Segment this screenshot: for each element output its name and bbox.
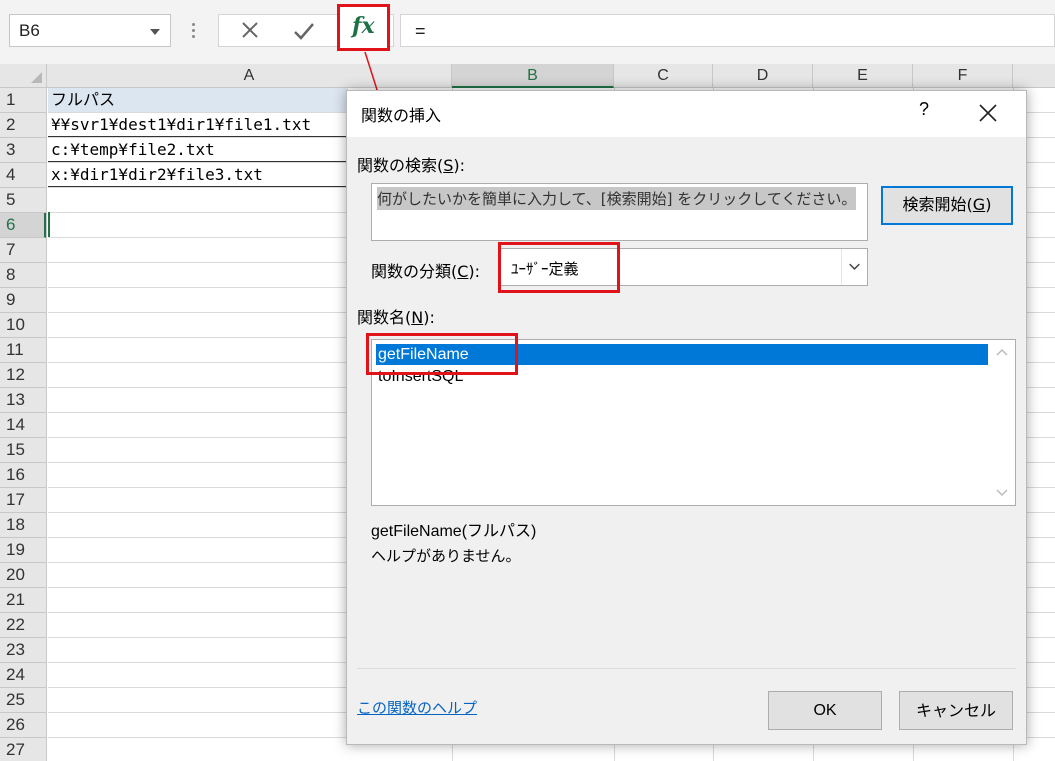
name-box-value: B6	[19, 21, 40, 40]
function-description: ヘルプがありません。	[371, 547, 521, 565]
row-header-5[interactable]: 5	[0, 188, 46, 213]
row-header-15[interactable]: 15	[0, 438, 46, 463]
chevron-down-icon[interactable]	[841, 249, 867, 285]
name-box[interactable]: B6	[9, 14, 171, 47]
row-header-20[interactable]: 20	[0, 563, 46, 588]
check-icon[interactable]	[292, 20, 316, 42]
cell-a2[interactable]: ¥¥svr1¥dest1¥dir1¥file1.txt	[51, 113, 311, 137]
row-header-25[interactable]: 25	[0, 688, 46, 713]
row-header-4[interactable]: 4	[0, 163, 46, 188]
column-header-d[interactable]: D	[713, 64, 813, 88]
select-all-icon	[31, 72, 42, 83]
cell-a1[interactable]: フルパス	[51, 88, 115, 112]
row-header-13[interactable]: 13	[0, 388, 46, 413]
row-header-6[interactable]: 6	[0, 213, 46, 238]
row-header-7[interactable]: 7	[0, 238, 46, 263]
scroll-up-icon	[996, 348, 1008, 356]
function-search-input[interactable]: 何がしたいかを簡単に入力して、[検索開始] をクリックしてください。	[371, 183, 868, 241]
fx-icon: fx	[352, 13, 375, 39]
row-header-3[interactable]: 3	[0, 138, 46, 163]
column-header-f[interactable]: F	[913, 64, 1013, 88]
help-icon[interactable]: ?	[913, 99, 935, 125]
row-header-8[interactable]: 8	[0, 263, 46, 288]
selected-cell-indicator	[48, 212, 50, 237]
row-header-10[interactable]: 10	[0, 313, 46, 338]
row-header-1[interactable]: 1	[0, 88, 46, 113]
column-header-row: A B C D E F	[47, 64, 1055, 88]
row-header-17[interactable]: 17	[0, 488, 46, 513]
column-header-b[interactable]: B	[452, 64, 614, 88]
row-header-2[interactable]: 2	[0, 113, 46, 138]
formula-text: =	[415, 21, 426, 41]
cancel-button[interactable]: キャンセル	[899, 691, 1013, 730]
chevron-down-icon[interactable]	[150, 29, 160, 35]
row-header-22[interactable]: 22	[0, 613, 46, 638]
function-name-label: 関数名(N):	[357, 308, 435, 327]
row-header-12[interactable]: 12	[0, 363, 46, 388]
row-header-21[interactable]: 21	[0, 588, 46, 613]
cell-border	[48, 186, 348, 187]
drag-handle-icon[interactable]	[187, 20, 199, 42]
row-header-23[interactable]: 23	[0, 638, 46, 663]
row-header-16[interactable]: 16	[0, 463, 46, 488]
cell-a4[interactable]: x:¥dir1¥dir2¥file3.txt	[51, 163, 263, 187]
annotation-highlight	[498, 242, 620, 293]
close-icon[interactable]	[975, 100, 1001, 126]
row-header-19[interactable]: 19	[0, 538, 46, 563]
annotation-highlight	[366, 333, 518, 375]
column-header-e[interactable]: E	[813, 64, 913, 88]
search-placeholder: 何がしたいかを簡単に入力して、[検索開始] をクリックしてください。	[377, 187, 857, 210]
row-header-24[interactable]: 24	[0, 663, 46, 688]
search-start-button[interactable]: 検索開始(G)	[881, 186, 1013, 225]
select-all-button[interactable]	[0, 64, 47, 88]
formula-bar: B6 fx =	[0, 0, 1055, 64]
row-header-11[interactable]: 11	[0, 338, 46, 363]
dialog-title: 関数の挿入	[361, 106, 442, 125]
row-header-27[interactable]: 27	[0, 738, 46, 761]
function-signature: getFileName(フルパス)	[371, 523, 537, 540]
search-label: 関数の検索(S):	[357, 156, 466, 175]
row-header-18[interactable]: 18	[0, 513, 46, 538]
divider	[357, 668, 1016, 669]
row-header-14[interactable]: 14	[0, 413, 46, 438]
insert-function-button[interactable]: fx	[337, 4, 390, 51]
formula-input[interactable]: =	[400, 14, 1055, 47]
dialog-titlebar[interactable]: 関数の挿入 ?	[347, 91, 1026, 137]
cell-border	[48, 161, 348, 162]
cell-a3[interactable]: c:¥temp¥file2.txt	[51, 138, 215, 162]
row-header-9[interactable]: 9	[0, 288, 46, 313]
row-header-26[interactable]: 26	[0, 713, 46, 738]
cell-border	[48, 136, 348, 137]
row-header-column: 1 2 3 4 5 6 7 8 9 10 11 12 13 14 15 16 17 18 19 20 21 22 23 24 2…	[0, 88, 47, 761]
insert-function-dialog: 関数の挿入 ? 関数の検索(S): 何がしたいかを簡単に入力して、[検索開始] …	[346, 90, 1027, 745]
list-scrollbar[interactable]	[989, 340, 1015, 505]
column-header-a[interactable]: A	[47, 64, 452, 88]
cancel-icon[interactable]	[240, 20, 260, 40]
category-label: 関数の分類(C):	[371, 262, 481, 281]
function-help-link[interactable]: この関数のヘルプ	[357, 697, 477, 718]
scroll-down-icon	[996, 489, 1008, 497]
column-header-c[interactable]: C	[614, 64, 713, 88]
ok-button[interactable]: OK	[768, 691, 882, 730]
